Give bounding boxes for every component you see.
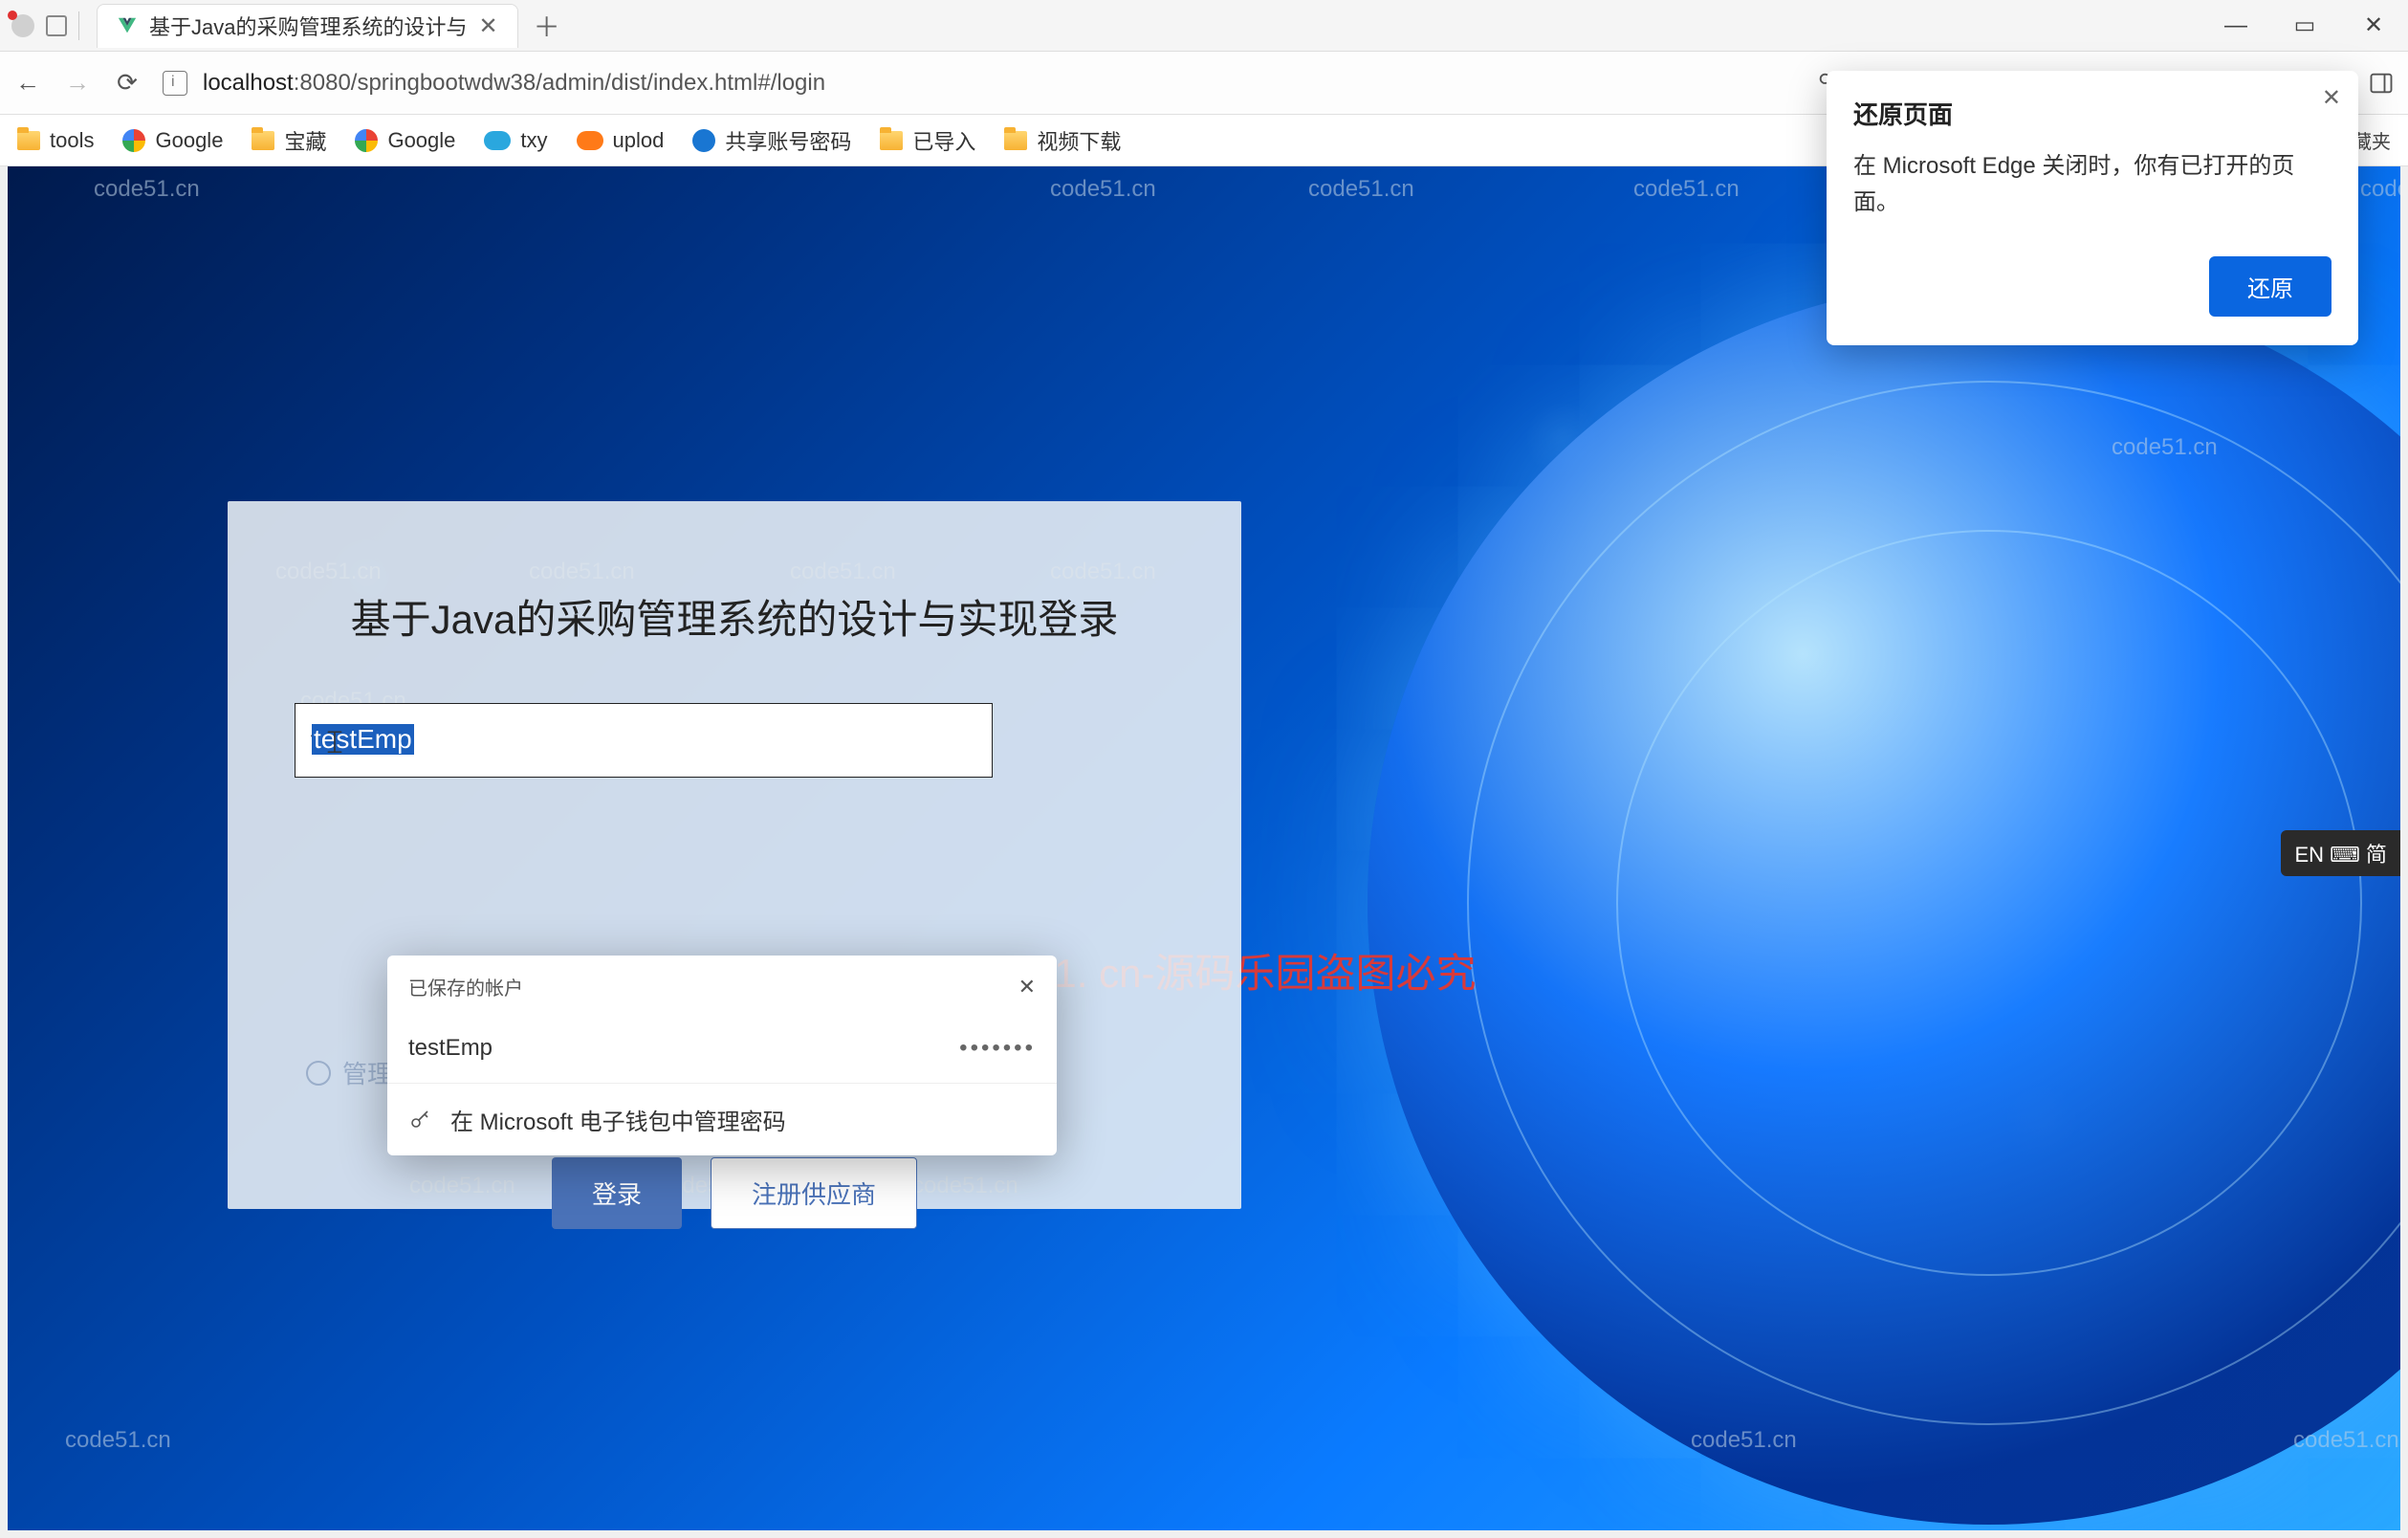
- close-window-button[interactable]: ✕: [2339, 0, 2408, 52]
- forward-button: →: [63, 69, 92, 98]
- folder-icon: [880, 131, 903, 150]
- fav-uplod[interactable]: uplod: [577, 128, 665, 153]
- url-box[interactable]: localhost:8080/springbootwdw38/admin/dis…: [163, 60, 1776, 106]
- ime-text: EN ⌨ 简: [2294, 838, 2387, 868]
- cloud-icon: [484, 131, 511, 150]
- page-viewport: code51.cn code51.cn code51.cn code51.cn …: [8, 166, 2400, 1530]
- autofill-password-mask: •••••••: [959, 1035, 1036, 1062]
- restore-button[interactable]: 还原: [2209, 256, 2331, 317]
- folder-icon: [17, 131, 40, 150]
- ime-badge[interactable]: EN ⌨ 简: [2281, 830, 2400, 876]
- register-supplier-button[interactable]: 注册供应商: [711, 1157, 917, 1229]
- title-bar: 基于Java的采购管理系统的设计与 ✕ ＋ ― ▭ ✕: [0, 0, 2408, 52]
- fav-imported[interactable]: 已导入: [880, 125, 975, 156]
- browser-tab[interactable]: 基于Java的采购管理系统的设计与 ✕: [97, 4, 518, 48]
- site-info-icon[interactable]: [163, 71, 187, 96]
- autofill-dropdown: 已保存的帐户 ✕ testEmp ••••••• 在 Microsoft 电子钱…: [387, 956, 1057, 1155]
- autofill-entry[interactable]: testEmp •••••••: [387, 1014, 1057, 1083]
- autofill-manage-label: 在 Microsoft 电子钱包中管理密码: [450, 1103, 786, 1136]
- fav-txy[interactable]: txy: [484, 128, 547, 153]
- back-button[interactable]: ←: [13, 69, 42, 98]
- profile-icon[interactable]: [11, 14, 34, 37]
- folder-icon: [1004, 131, 1027, 150]
- fav-google-1[interactable]: Google: [122, 128, 223, 153]
- google-icon: [122, 129, 145, 152]
- autofill-header: 已保存的帐户: [408, 973, 523, 1000]
- folder-icon: [252, 131, 274, 150]
- sidebar-toggle-icon[interactable]: [2368, 70, 2395, 97]
- key-icon: [408, 1109, 431, 1132]
- new-tab-button[interactable]: ＋: [534, 7, 560, 45]
- autofill-close-icon[interactable]: ✕: [1018, 975, 1036, 1000]
- cloud-icon: [577, 131, 603, 150]
- autofill-username: testEmp: [408, 1035, 493, 1062]
- fav-video-dl[interactable]: 视频下载: [1004, 125, 1121, 156]
- fav-treasure[interactable]: 宝藏: [252, 125, 326, 156]
- fav-shared-pwd[interactable]: 共享账号密码: [692, 125, 851, 156]
- login-button[interactable]: 登录: [552, 1157, 682, 1229]
- reload-button[interactable]: ⟳: [113, 69, 142, 98]
- username-input[interactable]: [295, 703, 993, 778]
- url-text: localhost:8080/springbootwdw38/admin/dis…: [203, 70, 825, 97]
- workspaces-icon[interactable]: [46, 15, 67, 36]
- site-icon: [692, 129, 715, 152]
- restore-body: 在 Microsoft Edge 关闭时，你有已打开的页面。: [1853, 148, 2331, 222]
- minimize-button[interactable]: ―: [2201, 0, 2270, 52]
- fav-google-2[interactable]: Google: [355, 128, 455, 153]
- divider: [78, 11, 79, 40]
- vue-favicon-icon: [117, 15, 138, 36]
- login-title: 基于Java的采购管理系统的设计与实现登录: [295, 587, 1174, 646]
- autofill-manage-link[interactable]: 在 Microsoft 电子钱包中管理密码: [387, 1083, 1057, 1155]
- restore-title: 还原页面: [1853, 96, 2331, 131]
- restore-close-icon[interactable]: ✕: [2322, 84, 2341, 112]
- close-tab-icon[interactable]: ✕: [478, 12, 497, 40]
- google-icon: [355, 129, 378, 152]
- fav-tools[interactable]: tools: [17, 128, 94, 153]
- restore-popup: ✕ 还原页面 在 Microsoft Edge 关闭时，你有已打开的页面。 还原: [1827, 71, 2358, 345]
- tab-title: 基于Java的采购管理系统的设计与: [149, 11, 467, 41]
- maximize-button[interactable]: ▭: [2270, 0, 2339, 52]
- radio-circle-icon: [306, 1061, 331, 1086]
